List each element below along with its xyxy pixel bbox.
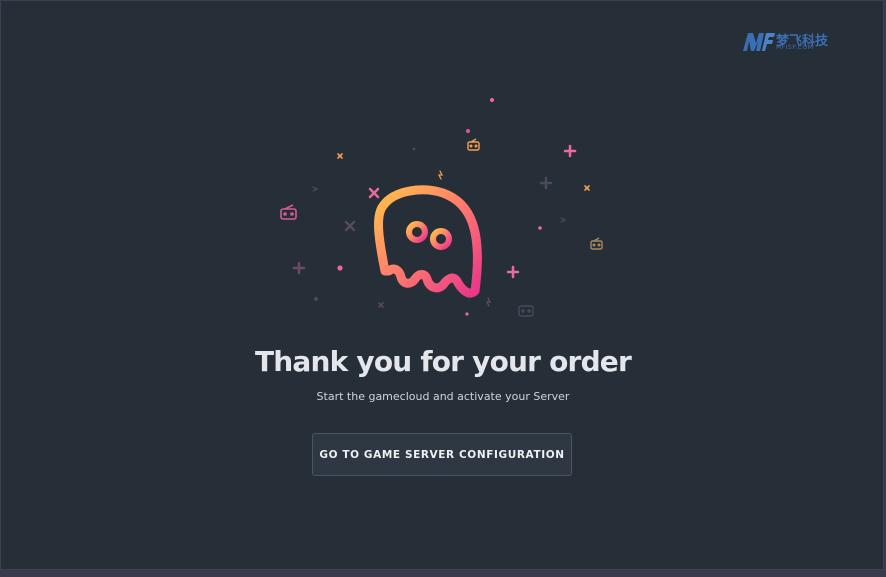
ghost-illustration [280,98,603,317]
order-confirmation-page: 梦飞科技 MFISP.COM Thank you for your order … [0,0,884,570]
lightning-icon [437,170,444,180]
dot [538,226,542,230]
dot [314,297,318,301]
cross-icon [584,185,590,191]
ghost-icon [374,185,482,298]
plus-icon [539,176,553,190]
cross-icon [378,302,384,308]
dot [412,147,416,151]
game-server-configuration-button[interactable]: GO TO GAME SERVER CONFIGURATION [312,433,572,476]
page-title: Thank you for your order [254,345,632,378]
gamepad-icon [280,204,297,220]
dot [466,129,470,133]
dot [337,265,343,271]
gamepad-icon [467,138,480,151]
cross-icon [368,187,380,199]
mf-logo-icon [743,33,775,51]
watermark-url: MFISP.COM [776,44,814,51]
watermark-logo: 梦飞科技 MFISP.COM [743,31,828,53]
gamepad-icon [590,237,603,250]
cross-icon [344,220,356,232]
plus-icon [563,144,577,158]
dot [490,98,494,102]
cross-icon [337,153,343,159]
gamepad-icon [518,305,534,317]
plus-icon [292,261,306,275]
dot [465,312,469,316]
lightning-icon [485,297,492,307]
window-edge-bottom [0,570,886,577]
page-subtitle: Start the gamecloud and activate your Se… [316,390,570,403]
plus-icon [506,265,520,279]
